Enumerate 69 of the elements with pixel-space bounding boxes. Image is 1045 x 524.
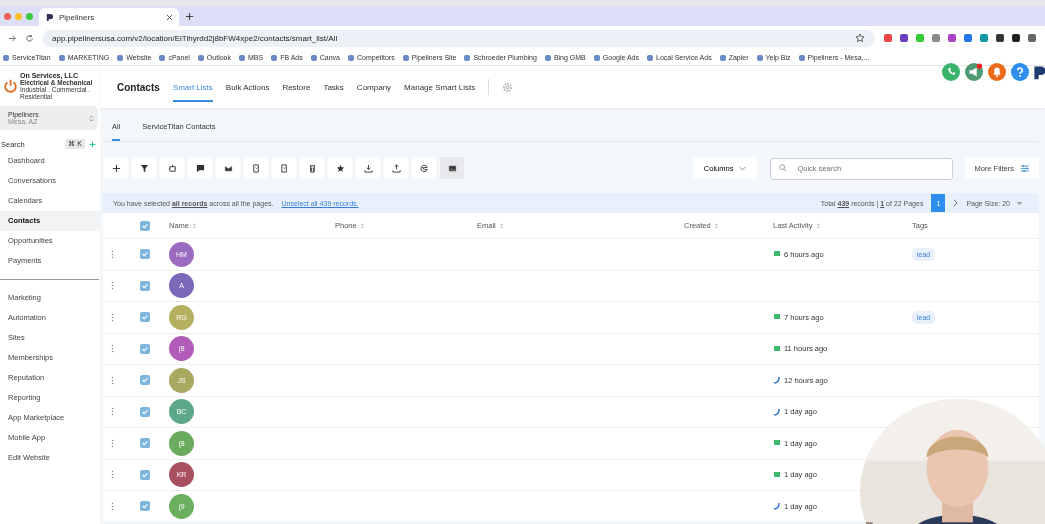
sort-icon[interactable] bbox=[498, 221, 504, 230]
caret-icon bbox=[739, 165, 747, 171]
star-button[interactable] bbox=[328, 157, 352, 179]
filter-icon bbox=[139, 163, 149, 173]
forward-icon[interactable] bbox=[8, 33, 17, 43]
add-icon[interactable] bbox=[89, 140, 96, 148]
window-controls-icon[interactable] bbox=[4, 12, 33, 20]
sliders-icon bbox=[1020, 163, 1030, 173]
trash-icon bbox=[307, 163, 317, 173]
mail-button[interactable] bbox=[216, 157, 240, 179]
message-icon bbox=[773, 439, 781, 448]
bookmark-star-icon[interactable] bbox=[855, 33, 865, 43]
phone-icon bbox=[773, 407, 781, 416]
message-icon bbox=[773, 250, 781, 259]
nav-tab[interactable]: Company bbox=[356, 72, 392, 102]
power-logo-icon bbox=[3, 78, 18, 94]
sort-icon[interactable] bbox=[192, 221, 197, 230]
bell-icon[interactable] bbox=[988, 63, 1006, 81]
nav-tab[interactable]: Manage Smart Lists bbox=[404, 72, 476, 102]
help-icon[interactable] bbox=[1011, 63, 1029, 81]
row-checkbox[interactable] bbox=[140, 438, 150, 449]
sort-icon[interactable] bbox=[713, 221, 719, 230]
row-checkbox[interactable] bbox=[140, 406, 150, 417]
chat-icon bbox=[195, 163, 205, 173]
select-all-checkbox[interactable] bbox=[140, 220, 150, 231]
row-checkbox[interactable] bbox=[140, 375, 150, 386]
next-page-icon[interactable] bbox=[953, 199, 959, 207]
reload-icon[interactable] bbox=[25, 33, 34, 43]
row-checkbox[interactable] bbox=[140, 249, 150, 260]
nav-tab[interactable]: Bulk Actions bbox=[225, 72, 270, 102]
page-title: Contacts bbox=[117, 81, 160, 93]
nav-tab[interactable]: Tasks bbox=[323, 72, 344, 102]
phone-icon[interactable] bbox=[942, 63, 960, 81]
row-checkbox[interactable] bbox=[140, 501, 150, 512]
chevron-updown-icon bbox=[89, 113, 94, 123]
message-icon bbox=[773, 344, 781, 353]
close-icon[interactable] bbox=[166, 13, 173, 21]
download-icon bbox=[363, 163, 373, 173]
filter-button[interactable] bbox=[132, 157, 156, 179]
star-icon bbox=[335, 163, 345, 173]
mail-icon bbox=[223, 163, 233, 173]
browser-tab[interactable]: Pipeliners bbox=[39, 8, 179, 26]
trash-button[interactable] bbox=[300, 157, 324, 179]
search-icon bbox=[779, 164, 788, 172]
row-checkbox[interactable] bbox=[140, 469, 150, 480]
upload-icon bbox=[391, 163, 401, 173]
sort-icon[interactable] bbox=[359, 221, 365, 230]
settings-icon[interactable] bbox=[502, 81, 514, 93]
row-checkbox[interactable] bbox=[140, 312, 150, 323]
plus-icon bbox=[111, 163, 121, 173]
caret-icon bbox=[1016, 200, 1023, 206]
image-button[interactable] bbox=[440, 157, 464, 179]
sort-icon[interactable] bbox=[815, 221, 821, 230]
message-icon bbox=[773, 470, 781, 479]
plus-button[interactable] bbox=[104, 157, 128, 179]
megaphone-icon[interactable] bbox=[965, 63, 983, 81]
address-field[interactable]: app.pipelinersusa.com/v2/location/EiTihyrdd2j8bFW4xpe2/contacts/smart_list/All bbox=[42, 29, 875, 47]
chat-button[interactable] bbox=[188, 157, 212, 179]
phone-icon bbox=[773, 376, 781, 385]
phone-icon bbox=[773, 502, 781, 511]
upload-button[interactable] bbox=[384, 157, 408, 179]
nav-tab[interactable]: Smart Lists bbox=[172, 72, 213, 102]
new-tab-icon[interactable] bbox=[185, 11, 194, 21]
image-icon bbox=[447, 163, 457, 173]
message-icon bbox=[773, 313, 781, 322]
nav-tab[interactable]: Restore bbox=[282, 72, 311, 102]
favicon-icon bbox=[45, 12, 54, 22]
row-checkbox[interactable] bbox=[140, 280, 150, 291]
row-checkbox[interactable] bbox=[140, 343, 150, 354]
